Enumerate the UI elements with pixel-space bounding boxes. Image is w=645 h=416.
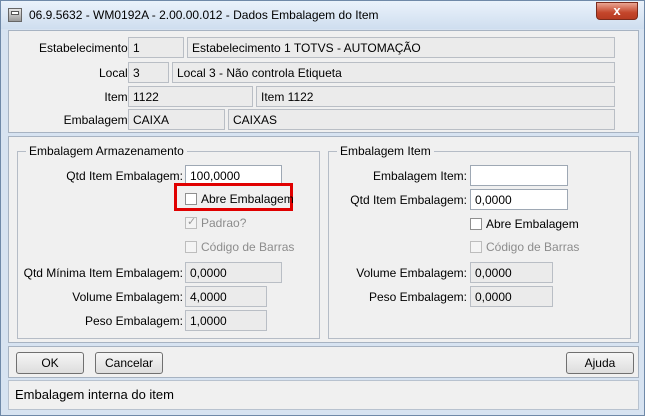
window-title: 06.9.5632 - WM0192A - 2.00.00.012 - Dado…: [29, 8, 379, 22]
item-volume-field: 0,0000: [470, 262, 553, 283]
title-bar: 06.9.5632 - WM0192A - 2.00.00.012 - Dado…: [1, 1, 644, 29]
application-icon: [8, 8, 22, 22]
status-text: Embalagem interna do item: [15, 387, 174, 402]
main-panel: Embalagem Armazenamento Qtd Item Embalag…: [8, 136, 639, 343]
checkmark-icon: ✓: [187, 216, 197, 228]
item-qtd-input[interactable]: 0,0000: [470, 189, 568, 210]
embalagem-label: Embalagem:: [63, 113, 131, 127]
estabelecimento-description-field: Estabelecimento 1 TOTVS - AUTOMAÇÃO: [187, 37, 615, 58]
item-embalagem-group: Embalagem Item Embalagem Item: Qtd Item …: [328, 144, 631, 339]
item-embalagem-legend: Embalagem Item: [337, 144, 434, 158]
button-bar: OK Cancelar Ajuda: [8, 346, 639, 378]
checkbox-box: [470, 241, 482, 253]
armazenamento-qtd-minima-field: 0,0000: [185, 262, 282, 283]
checkbox-label: Abre Embalagem: [201, 192, 294, 206]
help-button[interactable]: Ajuda: [566, 352, 634, 374]
item-embalagem-input[interactable]: [470, 165, 568, 186]
checkbox-box: ✓: [185, 216, 197, 229]
item-embalagem-label: Embalagem Item:: [372, 169, 467, 183]
ok-button[interactable]: OK: [16, 352, 84, 374]
checkbox-box: [185, 241, 197, 253]
item-abre-embalagem-checkbox[interactable]: Abre Embalagem: [470, 217, 579, 231]
embalagem-code-field: CAIXA: [128, 109, 225, 130]
armazenamento-abre-embalagem-checkbox[interactable]: Abre Embalagem: [185, 192, 294, 206]
armazenamento-legend: Embalagem Armazenamento: [26, 144, 187, 158]
checkbox-label: Padrao?: [201, 216, 247, 230]
checkbox-label: Código de Barras: [201, 240, 295, 254]
cancel-button[interactable]: Cancelar: [95, 352, 163, 374]
dialog-window: 06.9.5632 - WM0192A - 2.00.00.012 - Dado…: [0, 0, 645, 416]
armazenamento-codigo-barras-checkbox[interactable]: Código de Barras: [185, 240, 294, 254]
header-panel: Estabelecimento: 1 Estabelecimento 1 TOT…: [8, 30, 639, 133]
checkbox-box: [185, 193, 197, 205]
item-peso-label: Peso Embalagem:: [368, 290, 467, 304]
checkbox-label: Abre Embalagem: [486, 217, 579, 231]
embalagem-description-field: CAIXAS: [228, 109, 615, 130]
local-code-field: 3: [128, 62, 169, 83]
armazenamento-volume-label: Volume Embalagem:: [72, 290, 183, 304]
checkbox-box: [470, 218, 482, 230]
armazenamento-peso-field: 1,0000: [185, 310, 267, 331]
armazenamento-group: Embalagem Armazenamento Qtd Item Embalag…: [17, 144, 320, 339]
item-code-field: 1122: [128, 86, 253, 107]
estabelecimento-code-field: 1: [128, 37, 184, 58]
item-volume-label: Volume Embalagem:: [356, 266, 467, 280]
item-peso-field: 0,0000: [470, 286, 553, 307]
estabelecimento-label: Estabelecimento:: [38, 41, 131, 55]
armazenamento-volume-field: 4,0000: [185, 286, 267, 307]
item-qtd-label: Qtd Item Embalagem:: [350, 193, 467, 207]
status-bar: Embalagem interna do item: [8, 380, 639, 410]
local-label: Local:: [98, 66, 131, 80]
close-button[interactable]: x: [596, 2, 638, 20]
local-description-field: Local 3 - Não controla Etiqueta: [172, 62, 615, 83]
item-label: Item:: [104, 90, 131, 104]
armazenamento-qtd-minima-label: Qtd Mínima Item Embalagem:: [23, 266, 183, 280]
armazenamento-peso-label: Peso Embalagem:: [84, 314, 183, 328]
armazenamento-padrao-checkbox[interactable]: ✓ Padrao?: [185, 216, 246, 230]
item-description-field: Item 1122: [256, 86, 615, 107]
armazenamento-qtd-label: Qtd Item Embalagem:: [66, 169, 183, 183]
item-codigo-barras-checkbox[interactable]: Código de Barras: [470, 240, 579, 254]
checkbox-label: Código de Barras: [486, 240, 580, 254]
